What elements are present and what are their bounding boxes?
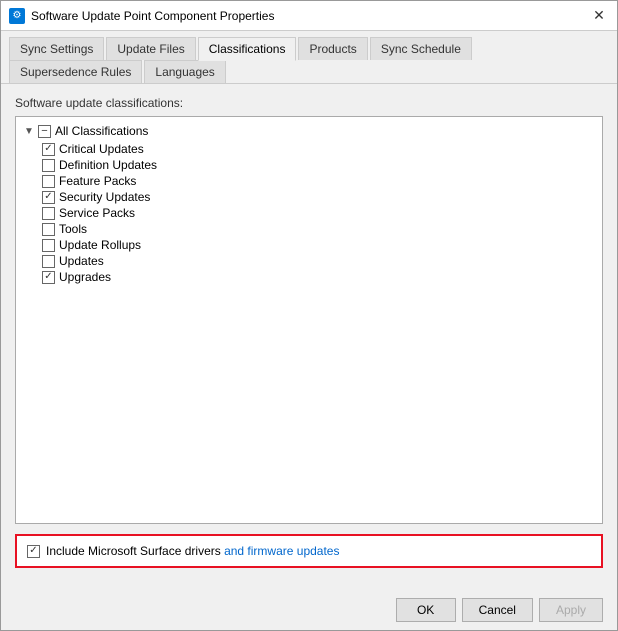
label-critical-updates: Critical Updates: [59, 142, 144, 156]
footer: OK Cancel Apply: [1, 590, 617, 630]
tab-languages[interactable]: Languages: [144, 60, 225, 83]
surface-drivers-section: Include Microsoft Surface drivers and fi…: [15, 534, 603, 568]
label-security-updates: Security Updates: [59, 190, 150, 204]
tab-products[interactable]: Products: [298, 37, 367, 60]
checkbox-surface-drivers[interactable]: [27, 545, 40, 558]
tab-classifications[interactable]: Classifications: [198, 37, 297, 61]
tree-item-feature-packs[interactable]: Feature Packs: [42, 173, 596, 189]
tree-item-definition-updates[interactable]: Definition Updates: [42, 157, 596, 173]
tree-item-update-rollups[interactable]: Update Rollups: [42, 237, 596, 253]
tree-item-tools[interactable]: Tools: [42, 221, 596, 237]
close-button[interactable]: ✕: [589, 6, 609, 26]
tree-children: Critical Updates Definition Updates Feat…: [42, 141, 596, 285]
tree-root-item[interactable]: ▼ All Classifications: [22, 123, 596, 139]
label-tools: Tools: [59, 222, 87, 236]
label-definition-updates: Definition Updates: [59, 158, 157, 172]
window-icon: ⚙: [9, 8, 25, 24]
checkbox-security-updates[interactable]: [42, 191, 55, 204]
checkbox-tools[interactable]: [42, 223, 55, 236]
checkbox-definition-updates[interactable]: [42, 159, 55, 172]
classifications-tree: ▼ All Classifications Critical Updates D…: [15, 116, 603, 524]
surface-drivers-label: Include Microsoft Surface drivers and fi…: [46, 544, 339, 558]
tree-item-upgrades[interactable]: Upgrades: [42, 269, 596, 285]
apply-button[interactable]: Apply: [539, 598, 603, 622]
tree-item-security-updates[interactable]: Security Updates: [42, 189, 596, 205]
title-bar: ⚙ Software Update Point Component Proper…: [1, 1, 617, 31]
tree-expander[interactable]: ▼: [22, 124, 36, 138]
section-label: Software update classifications:: [15, 96, 603, 110]
tree-root: ▼ All Classifications Critical Updates D…: [22, 123, 596, 285]
checkbox-update-rollups[interactable]: [42, 239, 55, 252]
main-window: ⚙ Software Update Point Component Proper…: [0, 0, 618, 631]
window-title: Software Update Point Component Properti…: [31, 9, 589, 23]
tab-update-files[interactable]: Update Files: [106, 37, 195, 60]
tabs-bar: Sync Settings Update Files Classificatio…: [1, 31, 617, 84]
checkbox-critical-updates[interactable]: [42, 143, 55, 156]
label-upgrades: Upgrades: [59, 270, 111, 284]
cancel-button[interactable]: Cancel: [462, 598, 533, 622]
tree-item-updates[interactable]: Updates: [42, 253, 596, 269]
checkbox-service-packs[interactable]: [42, 207, 55, 220]
tree-item-critical-updates[interactable]: Critical Updates: [42, 141, 596, 157]
label-updates: Updates: [59, 254, 104, 268]
tab-sync-settings[interactable]: Sync Settings: [9, 37, 104, 60]
tab-content: Software update classifications: ▼ All C…: [1, 84, 617, 590]
label-service-packs: Service Packs: [59, 206, 135, 220]
ok-button[interactable]: OK: [396, 598, 456, 622]
label-feature-packs: Feature Packs: [59, 174, 136, 188]
all-classifications-label: All Classifications: [55, 124, 148, 138]
checkbox-upgrades[interactable]: [42, 271, 55, 284]
label-update-rollups: Update Rollups: [59, 238, 141, 252]
tab-sync-schedule[interactable]: Sync Schedule: [370, 37, 472, 60]
checkbox-updates[interactable]: [42, 255, 55, 268]
tree-item-service-packs[interactable]: Service Packs: [42, 205, 596, 221]
checkbox-all-classifications[interactable]: [38, 125, 51, 138]
checkbox-feature-packs[interactable]: [42, 175, 55, 188]
tab-supersedence-rules[interactable]: Supersedence Rules: [9, 60, 142, 83]
